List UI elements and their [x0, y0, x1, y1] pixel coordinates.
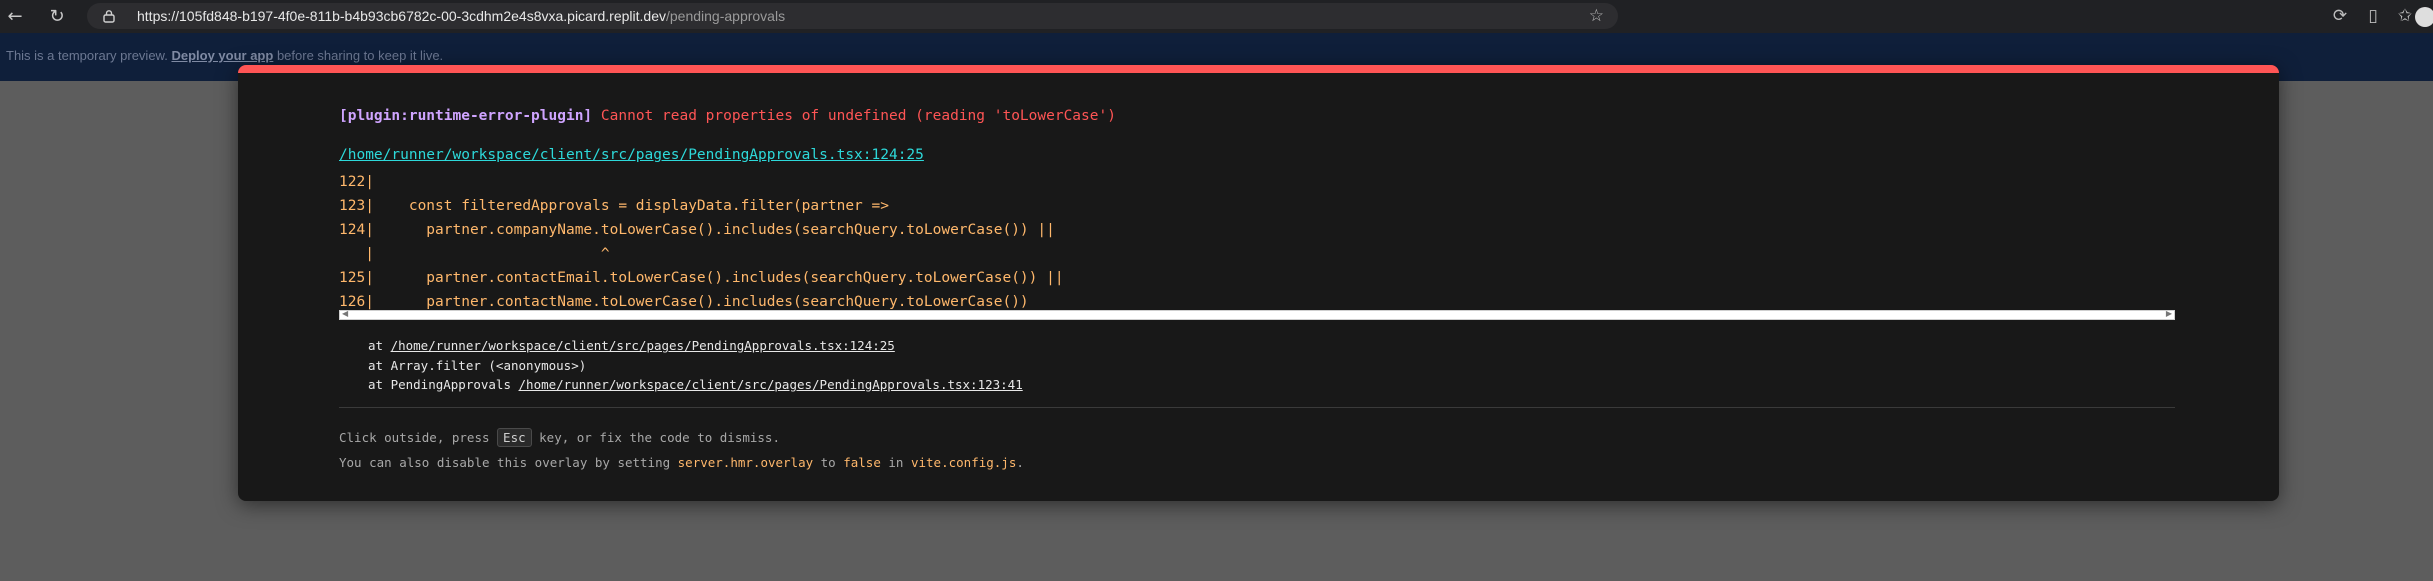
stack-line: at /home/runner/workspace/client/src/pag… [368, 336, 1023, 356]
stack-path-link[interactable]: /home/runner/workspace/client/src/pages/… [391, 338, 895, 353]
divider [339, 407, 2175, 408]
stack-prefix: at PendingApprovals [368, 377, 519, 392]
code-line: 122| [339, 174, 374, 190]
lock-icon[interactable] [102, 9, 116, 23]
error-overlay: [plugin:runtime-error-plugin] Cannot rea… [238, 65, 2279, 501]
overlay-accent-bar [238, 65, 2279, 73]
stack-prefix: at Array.filter (<anonymous>) [368, 357, 587, 373]
deploy-link[interactable]: Deploy your app [171, 48, 273, 63]
code-line-caret: | ^ [339, 246, 610, 262]
banner-text: This is a temporary preview. Deploy your… [6, 48, 443, 63]
tip-text: in [880, 455, 911, 470]
tip-text: . [1016, 455, 1024, 470]
extensions-icon[interactable]: ⟳ [2328, 4, 2352, 28]
profile-avatar[interactable] [2415, 7, 2433, 27]
stack-prefix: at [368, 338, 391, 353]
banner-prefix: This is a temporary preview. [6, 48, 168, 63]
config-key: server.hmr.overlay [677, 455, 814, 470]
overlay-tip: Click outside, press Esc key, or fix the… [339, 425, 1024, 475]
banner-suffix: before sharing to keep it live. [276, 48, 444, 63]
stack-trace: at /home/runner/workspace/client/src/pag… [368, 336, 1023, 395]
address-bar[interactable]: https://105fd848-b197-4f0e-811b-b4b93cb6… [87, 3, 1618, 29]
back-icon[interactable]: ← [2, 3, 28, 29]
scroll-right-icon[interactable]: ▶ [2166, 309, 2172, 318]
url-host: https://105fd848-b197-4f0e-811b-b4b93cb6… [137, 8, 666, 24]
reload-icon[interactable]: ↻ [44, 3, 70, 29]
url-text[interactable]: https://105fd848-b197-4f0e-811b-b4b93cb6… [137, 3, 785, 29]
stack-line: at PendingApprovals /home/runner/workspa… [368, 375, 1023, 395]
error-heading: [plugin:runtime-error-plugin] Cannot rea… [339, 108, 1116, 124]
code-line: 125| partner.contactEmail.toLowerCase().… [339, 270, 1064, 286]
dismiss-tip: Click outside, press Esc key, or fix the… [339, 425, 1024, 450]
stack-path-link[interactable]: /home/runner/workspace/client/src/pages/… [519, 377, 1023, 392]
scroll-left-icon[interactable]: ◀ [342, 309, 348, 318]
config-file: vite.config.js [910, 455, 1017, 470]
code-line: 123| const filteredApprovals = displayDa… [339, 198, 889, 214]
tip-text: You can also disable this overlay by set… [339, 455, 678, 470]
esc-key: Esc [497, 428, 532, 447]
star-icon[interactable]: ☆ [1589, 6, 1604, 26]
error-file-link[interactable]: /home/runner/workspace/client/src/pages/… [339, 147, 924, 163]
stack-line: at Array.filter (<anonymous>) [368, 356, 1023, 376]
split-screen-icon[interactable]: ▯ [2361, 4, 2385, 28]
code-line: 124| partner.companyName.toLowerCase().i… [339, 222, 1055, 238]
config-value: false [843, 455, 881, 470]
browser-toolbar: ← ↻ https://105fd848-b197-4f0e-811b-b4b9… [0, 0, 2433, 33]
code-horizontal-scrollbar[interactable]: ◀ ▶ [339, 309, 2175, 320]
code-frame: 122| 123| const filteredApprovals = disp… [339, 170, 1064, 314]
plugin-name: [plugin:runtime-error-plugin] [339, 108, 593, 124]
favorites-icon[interactable]: ✩ [2393, 4, 2417, 28]
url-path: /pending-approvals [666, 8, 786, 24]
error-message: Cannot read properties of undefined (rea… [600, 108, 1116, 124]
tip-text: key, or fix the code to dismiss. [531, 430, 780, 445]
tip-text: to [813, 455, 844, 470]
tip-text: Click outside, press [339, 430, 498, 445]
disable-tip: You can also disable this overlay by set… [339, 450, 1024, 475]
